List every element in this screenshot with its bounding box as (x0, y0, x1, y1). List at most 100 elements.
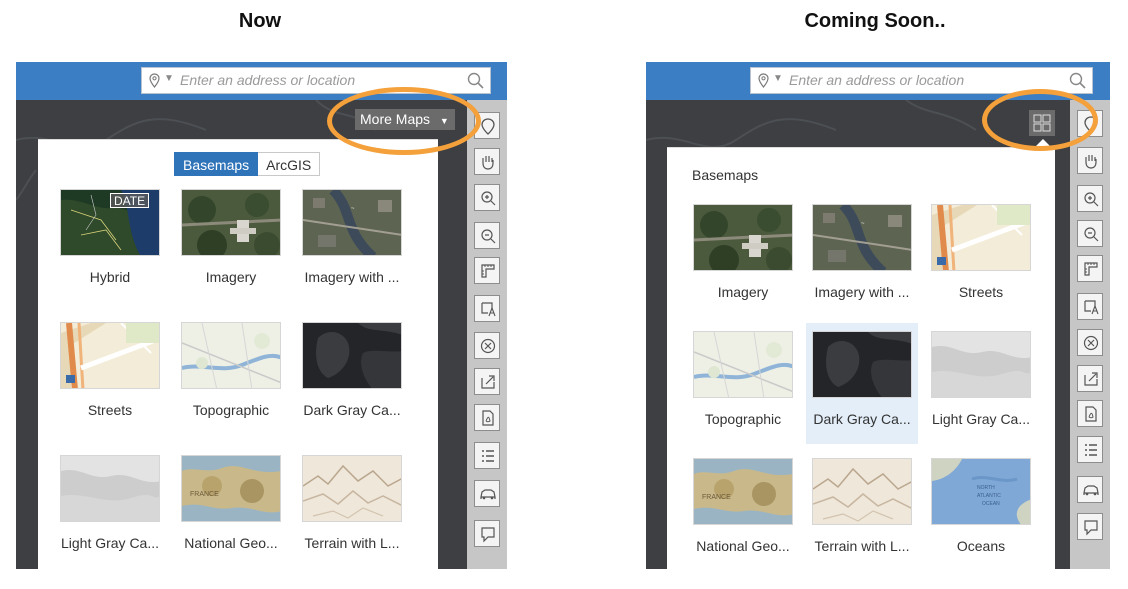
basemap-label: Terrain with L... (814, 538, 910, 554)
pan-hand-icon (1085, 155, 1097, 169)
basemap-item-topo[interactable]: Topographic (175, 322, 287, 432)
highlight-ring-soon (982, 89, 1098, 151)
coming-soon-heading: Coming Soon.. (804, 10, 946, 32)
search-placeholder[interactable]: Enter an address or location (789, 72, 964, 88)
toolbar-text-note-button[interactable] (1077, 293, 1103, 320)
basemap-thumbnail[interactable] (931, 204, 1031, 271)
toolbar-comment-button[interactable] (474, 520, 500, 547)
basemap-thumbnail[interactable] (302, 322, 402, 389)
comment-icon (481, 527, 495, 543)
basemap-item-terrain[interactable]: Terrain with L... (806, 458, 918, 563)
basemap-item-imagery[interactable]: Imagery (175, 189, 287, 299)
directions-car-icon (480, 489, 496, 500)
basemap-thumbnail[interactable]: NORTH ATLANTIC OCEAN (931, 458, 1031, 525)
basemap-thumbnail[interactable] (693, 331, 793, 398)
basemap-item-imagery[interactable]: Imagery (687, 204, 799, 309)
basemap-item-natgeo[interactable]: FRANCE National Geo... (175, 455, 287, 565)
toolbar-legend-list-button[interactable] (474, 442, 500, 469)
search-icon[interactable] (466, 71, 485, 90)
measure-icon (1084, 262, 1098, 276)
basemap-thumbnail[interactable] (812, 458, 912, 525)
toolbar-share-button[interactable] (474, 368, 500, 395)
legend-list-icon (482, 450, 494, 462)
zoom-out-icon (481, 229, 496, 244)
basemap-item-topo[interactable]: Topographic (687, 331, 799, 436)
search-icon[interactable] (1068, 71, 1087, 90)
basemap-item-hybrid[interactable]: DATE Hybrid (54, 189, 166, 299)
basemap-thumbnail[interactable] (302, 455, 402, 522)
comment-icon (1084, 520, 1098, 536)
basemap-label: Topographic (704, 411, 782, 427)
toolbar-measure-button[interactable] (474, 257, 500, 284)
basemap-label: National Geo... (696, 538, 790, 554)
toolbar-pan-hand-button[interactable] (1077, 147, 1103, 174)
zoom-in-icon (481, 191, 496, 206)
basemap-item-darkgray[interactable]: Dark Gray Ca... (806, 323, 918, 444)
date-badge: DATE (110, 193, 150, 208)
basemap-label: Streets (87, 402, 133, 418)
toolbar-share-button[interactable] (1077, 365, 1103, 392)
search-placeholder[interactable]: Enter an address or location (180, 72, 355, 88)
basemap-item-imagery-labels[interactable]: ~ Imagery with ... (806, 204, 918, 309)
locate-icon (481, 118, 495, 135)
tab-basemaps[interactable]: Basemaps (174, 152, 259, 176)
directions-car-icon (1083, 485, 1099, 496)
basemap-thumbnail[interactable]: ~ (302, 189, 402, 256)
toolbar-text-note-button[interactable] (474, 295, 500, 322)
basemap-thumbnail[interactable] (60, 322, 160, 389)
location-pin-icon[interactable] (149, 73, 160, 88)
basemap-item-imagery-labels[interactable]: ~ Imagery with ... (296, 189, 408, 299)
basemap-item-streets[interactable]: Streets (925, 204, 1037, 309)
svg-text:OCEAN: OCEAN (982, 501, 1000, 507)
svg-text:ATLANTIC: ATLANTIC (977, 493, 1001, 499)
basemap-thumbnail[interactable] (181, 322, 281, 389)
basemap-label: Light Gray Ca... (60, 535, 160, 551)
basemap-label: Imagery (205, 269, 257, 285)
basemap-thumbnail[interactable] (812, 331, 912, 398)
now-heading: Now (238, 10, 282, 32)
basemap-label: Imagery with ... (814, 284, 910, 300)
location-pin-icon[interactable] (758, 73, 769, 88)
basemap-thumbnail[interactable] (60, 455, 160, 522)
chevron-down-icon[interactable]: ▼ (164, 73, 174, 84)
basemap-thumbnail[interactable] (181, 189, 281, 256)
basemap-thumbnail[interactable]: FRANCE (181, 455, 281, 522)
toolbar-clear-button[interactable] (1077, 329, 1103, 356)
toolbar-zoom-in-button[interactable] (1077, 185, 1103, 212)
toolbar-clear-button[interactable] (474, 332, 500, 359)
basemap-thumbnail[interactable]: ~ (812, 204, 912, 271)
chevron-down-icon[interactable]: ▼ (773, 73, 783, 84)
basemap-thumbnail[interactable]: FRANCE (693, 458, 793, 525)
toolbar-comment-button[interactable] (1077, 513, 1103, 540)
toolbar-zoom-out-button[interactable] (474, 222, 500, 249)
now-basemap-gallery: Basemaps ArcGIS DATE Hybrid Imagery ~ Imager… (38, 139, 438, 569)
zoom-in-icon (1084, 192, 1099, 207)
svg-text:~: ~ (861, 221, 865, 227)
toolbar-pan-hand-button[interactable] (474, 148, 500, 175)
basemap-item-darkgray[interactable]: Dark Gray Ca... (296, 322, 408, 432)
basemap-thumbnail[interactable] (931, 331, 1031, 398)
toolbar-print-pdf-button[interactable] (474, 404, 500, 431)
basemap-label: Terrain with L... (304, 535, 400, 551)
tab-arcgis[interactable]: ArcGIS (258, 152, 321, 176)
basemap-item-terrain[interactable]: Terrain with L... (296, 455, 408, 565)
basemap-item-lightgray[interactable]: Light Gray Ca... (54, 455, 166, 565)
toolbar-zoom-out-button[interactable] (1077, 220, 1103, 247)
toolbar-print-pdf-button[interactable] (1077, 400, 1103, 427)
text-note-icon (481, 302, 496, 317)
toolbar-directions-car-button[interactable] (1077, 476, 1103, 503)
basemap-item-lightgray[interactable]: Light Gray Ca... (925, 331, 1037, 436)
measure-icon (481, 264, 495, 278)
toolbar-zoom-in-button[interactable] (474, 184, 500, 211)
highlight-ring-now (327, 87, 481, 155)
basemap-item-natgeo[interactable]: FRANCE National Geo... (687, 458, 799, 563)
toolbar-legend-list-button[interactable] (1077, 436, 1103, 463)
svg-text:FRANCE: FRANCE (702, 494, 731, 501)
toolbar-measure-button[interactable] (1077, 255, 1103, 282)
toolbar-directions-car-button[interactable] (474, 480, 500, 507)
basemap-item-oceans[interactable]: NORTH ATLANTIC OCEAN Oceans (925, 458, 1037, 563)
basemap-label: Streets (958, 284, 1004, 300)
basemap-source-tabs: Basemaps ArcGIS (174, 152, 321, 176)
basemap-thumbnail[interactable] (693, 204, 793, 271)
basemap-item-streets[interactable]: Streets (54, 322, 166, 432)
